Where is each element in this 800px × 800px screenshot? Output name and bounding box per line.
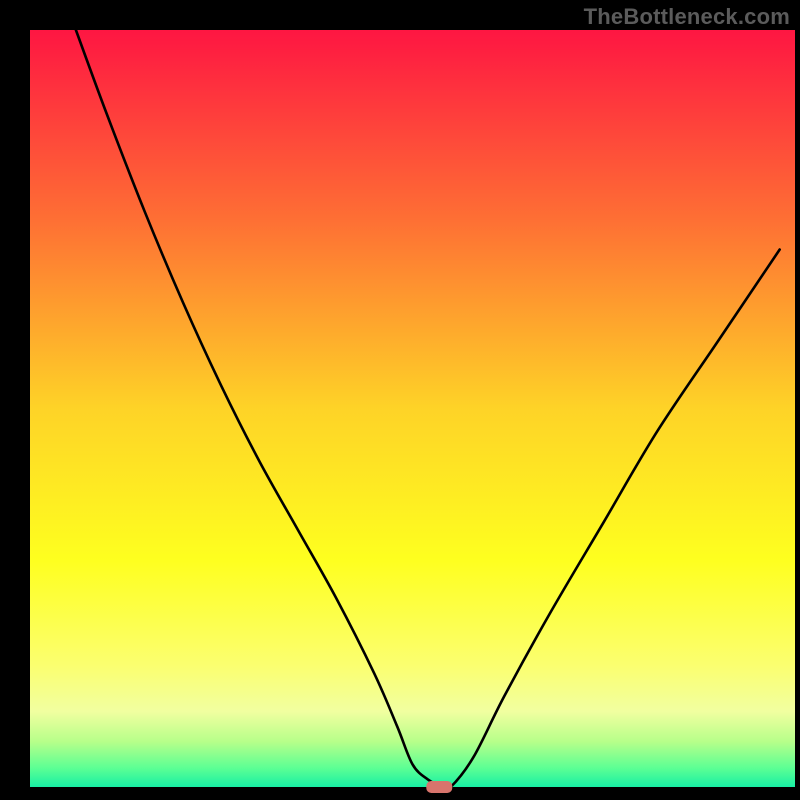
- watermark-text: TheBottleneck.com: [584, 4, 790, 30]
- optimum-marker: [426, 781, 452, 793]
- bottleneck-chart: [0, 0, 800, 800]
- chart-frame: TheBottleneck.com: [0, 0, 800, 800]
- plot-background: [30, 30, 795, 787]
